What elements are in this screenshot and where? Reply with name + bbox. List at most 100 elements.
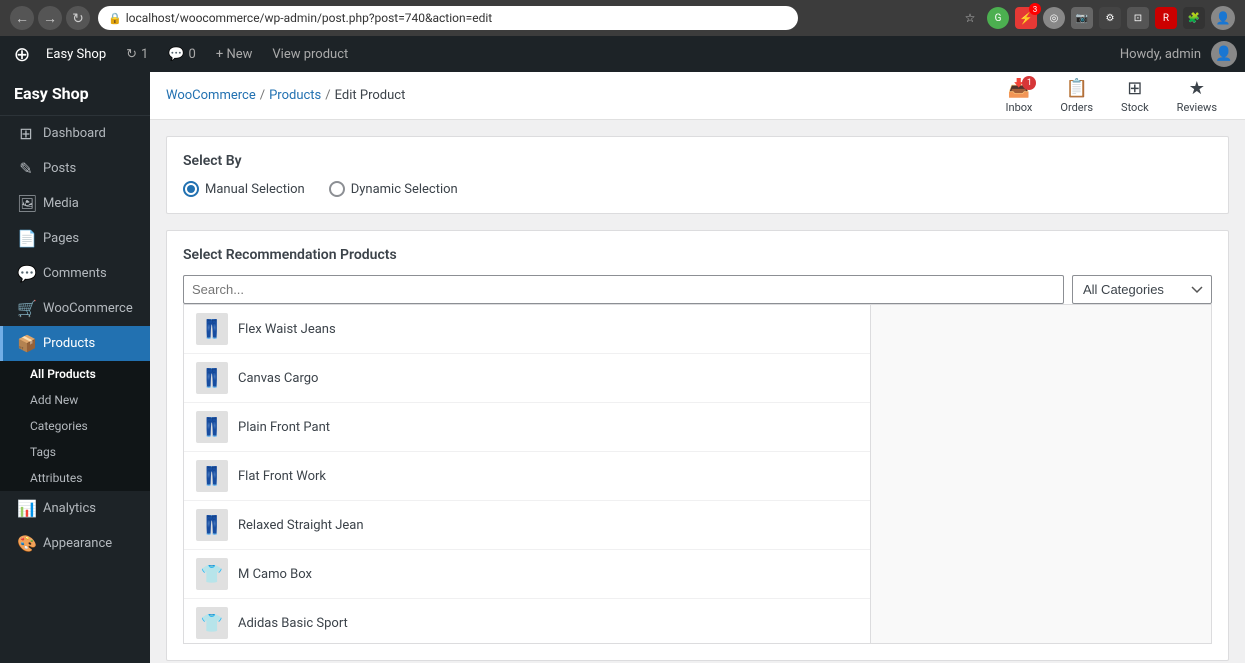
sidebar-label-analytics: Analytics bbox=[43, 501, 96, 516]
stock-icon: ⊞ bbox=[1127, 78, 1142, 99]
sidebar: Easy Shop ⊞ Dashboard ✎ Posts 🖼 Media 📄 … bbox=[0, 72, 150, 663]
select-by-panel: Select By Manual Selection Dynamic Selec… bbox=[166, 136, 1229, 214]
orders-label: Orders bbox=[1060, 101, 1093, 114]
forward-button[interactable]: → bbox=[38, 6, 62, 30]
product-item[interactable]: 👖 Flat Front Work bbox=[184, 452, 870, 501]
product-thumbnail: 👕 bbox=[196, 558, 228, 590]
product-item[interactable]: 👖 Relaxed Straight Jean bbox=[184, 501, 870, 550]
product-list: 👖 Flex Waist Jeans 👖 Canvas Cargo 👖 Plai… bbox=[184, 305, 871, 643]
product-name: M Camo Box bbox=[238, 567, 312, 582]
radio-manual-circle bbox=[183, 181, 199, 197]
select-by-title: Select By bbox=[183, 153, 1212, 169]
top-bar-actions: 📥 Inbox 1 📋 Orders ⊞ Stock ★ Reviews bbox=[994, 74, 1229, 118]
product-thumbnail: 👖 bbox=[196, 509, 228, 541]
search-input[interactable] bbox=[192, 276, 1055, 303]
sidebar-item-appearance[interactable]: 🎨 Appearance bbox=[0, 526, 150, 561]
back-button[interactable]: ← bbox=[10, 6, 34, 30]
profile-icon[interactable]: 👤 bbox=[1211, 6, 1235, 30]
extension-circle-icon[interactable]: ◎ bbox=[1043, 7, 1065, 29]
product-thumbnail: 👖 bbox=[196, 362, 228, 394]
search-input-wrap bbox=[183, 275, 1064, 304]
sidebar-label-woocommerce: WooCommerce bbox=[43, 301, 133, 316]
sidebar-label-dashboard: Dashboard bbox=[43, 126, 106, 141]
comments-icon: 💬 bbox=[17, 264, 35, 283]
admin-avatar[interactable]: 👤 bbox=[1211, 41, 1237, 67]
howdy-text: Howdy, admin bbox=[1110, 47, 1211, 62]
comment-icon: 💬 bbox=[168, 47, 184, 62]
breadcrumb-sep-2: / bbox=[325, 88, 330, 103]
browser-nav-buttons: ← → ↻ bbox=[10, 6, 90, 30]
product-name: Relaxed Straight Jean bbox=[238, 518, 364, 533]
address-bar[interactable]: 🔒 localhost/woocommerce/wp-admin/post.ph… bbox=[98, 6, 798, 30]
extension-puzzle-icon[interactable]: 🧩 bbox=[1183, 7, 1205, 29]
extension-badge-icon[interactable]: ⚡ 3 bbox=[1015, 7, 1037, 29]
product-item[interactable]: 👖 Canvas Cargo bbox=[184, 354, 870, 403]
product-thumbnail: 👖 bbox=[196, 460, 228, 492]
breadcrumb: WooCommerce / Products / Edit Product bbox=[166, 88, 405, 103]
radio-manual[interactable]: Manual Selection bbox=[183, 181, 305, 197]
top-bar-orders[interactable]: 📋 Orders bbox=[1048, 74, 1105, 118]
top-bar-inbox[interactable]: 📥 Inbox 1 bbox=[994, 74, 1045, 118]
extension-red-icon[interactable]: R bbox=[1155, 7, 1177, 29]
sidebar-label-products: Products bbox=[43, 336, 95, 351]
admin-bar-right: Howdy, admin 👤 bbox=[1110, 41, 1237, 67]
top-bar-reviews[interactable]: ★ Reviews bbox=[1165, 74, 1229, 118]
sidebar-item-dashboard[interactable]: ⊞ Dashboard bbox=[0, 116, 150, 151]
radio-dynamic[interactable]: Dynamic Selection bbox=[329, 181, 458, 197]
product-name: Flat Front Work bbox=[238, 469, 326, 484]
radio-group: Manual Selection Dynamic Selection bbox=[183, 181, 1212, 197]
sidebar-item-analytics[interactable]: 📊 Analytics bbox=[0, 491, 150, 526]
sidebar-submenu-categories[interactable]: Categories bbox=[0, 413, 150, 439]
extension-camera-icon[interactable]: 📷 bbox=[1071, 7, 1093, 29]
sidebar-submenu-all-products[interactable]: All Products bbox=[0, 361, 150, 387]
content-area: WooCommerce / Products / Edit Product 📥 … bbox=[150, 72, 1245, 663]
sidebar-item-pages[interactable]: 📄 Pages bbox=[0, 221, 150, 256]
admin-bar-new[interactable]: + New bbox=[206, 36, 263, 72]
product-name: Plain Front Pant bbox=[238, 420, 330, 435]
refresh-button[interactable]: ↻ bbox=[66, 6, 90, 30]
sidebar-submenu-attributes[interactable]: Attributes bbox=[0, 465, 150, 491]
sidebar-label-pages: Pages bbox=[43, 231, 79, 246]
product-item[interactable]: 👖 Flex Waist Jeans bbox=[184, 305, 870, 354]
extension-gear-icon[interactable]: ⚙ bbox=[1099, 7, 1121, 29]
sidebar-submenu-add-new[interactable]: Add New bbox=[0, 387, 150, 413]
sidebar-item-woocommerce[interactable]: 🛒 WooCommerce bbox=[0, 291, 150, 326]
product-item[interactable]: 👕 M Camo Box bbox=[184, 550, 870, 599]
page-content: Select By Manual Selection Dynamic Selec… bbox=[150, 120, 1245, 663]
admin-bar-updates[interactable]: ↻ 1 bbox=[116, 36, 158, 72]
product-item[interactable]: 👕 Adidas Basic Sport bbox=[184, 599, 870, 643]
sidebar-item-comments[interactable]: 💬 Comments bbox=[0, 256, 150, 291]
extension-g-icon[interactable]: G bbox=[987, 7, 1009, 29]
url-text: localhost/woocommerce/wp-admin/post.php?… bbox=[126, 11, 492, 25]
sidebar-item-posts[interactable]: ✎ Posts bbox=[0, 151, 150, 186]
breadcrumb-products[interactable]: Products bbox=[269, 88, 321, 103]
sidebar-logo-text: Easy Shop bbox=[14, 84, 89, 103]
wp-logo-icon: ⊕ bbox=[14, 42, 31, 66]
search-row: All Categories Jeans T-Shirts Shorts bbox=[183, 275, 1212, 304]
browser-actions: ☆ G ⚡ 3 ◎ 📷 ⚙ ⊡ R 🧩 👤 bbox=[959, 6, 1235, 30]
products-icon: 📦 bbox=[17, 334, 35, 353]
category-select[interactable]: All Categories Jeans T-Shirts Shorts bbox=[1072, 275, 1212, 304]
dashboard-icon: ⊞ bbox=[17, 124, 35, 143]
woocommerce-icon: 🛒 bbox=[17, 299, 35, 318]
product-item[interactable]: 👖 Plain Front Pant bbox=[184, 403, 870, 452]
admin-bar-view-product[interactable]: View product bbox=[262, 36, 358, 72]
admin-bar-comments[interactable]: 💬 0 bbox=[158, 36, 206, 72]
sidebar-submenu-tags[interactable]: Tags bbox=[0, 439, 150, 465]
sidebar-item-products[interactable]: 📦 Products bbox=[0, 326, 150, 361]
wp-logo[interactable]: ⊕ bbox=[8, 40, 36, 68]
extension-square-icon[interactable]: ⊡ bbox=[1127, 7, 1149, 29]
breadcrumb-woocommerce[interactable]: WooCommerce bbox=[166, 88, 256, 103]
sidebar-item-media[interactable]: 🖼 Media bbox=[0, 186, 150, 221]
product-thumbnail: 👖 bbox=[196, 313, 228, 345]
admin-bar-site-name[interactable]: Easy Shop bbox=[36, 36, 116, 72]
stock-label: Stock bbox=[1121, 101, 1149, 114]
breadcrumb-current: Edit Product bbox=[335, 88, 406, 103]
orders-icon: 📋 bbox=[1066, 78, 1088, 99]
recommendation-panel: Select Recommendation Products All Categ… bbox=[166, 230, 1229, 661]
product-list-area: 👖 Flex Waist Jeans 👖 Canvas Cargo 👖 Plai… bbox=[183, 304, 1212, 644]
top-bar-stock[interactable]: ⊞ Stock bbox=[1109, 74, 1161, 118]
update-icon: ↻ bbox=[126, 47, 137, 62]
star-icon[interactable]: ☆ bbox=[959, 7, 981, 29]
product-name: Canvas Cargo bbox=[238, 371, 318, 386]
